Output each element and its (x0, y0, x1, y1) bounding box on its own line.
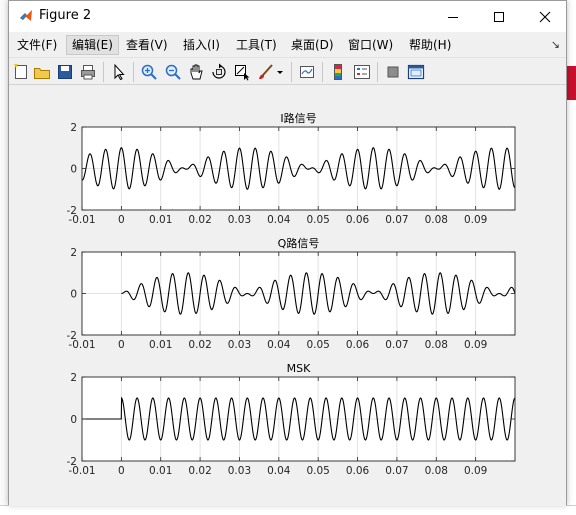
x-tick-label-1-8: 0.07 (385, 339, 408, 351)
brush-icon[interactable] (257, 63, 275, 81)
x-tick-label-0-8: 0.07 (385, 214, 408, 226)
x-tick-label-2-1: 0 (118, 465, 125, 477)
pan-icon[interactable] (187, 63, 205, 81)
print-icon[interactable] (79, 63, 97, 81)
show-plot-tools-icon[interactable] (407, 63, 425, 81)
x-tick-label-0-2: 0.01 (149, 214, 172, 226)
pointer-icon[interactable] (110, 63, 128, 81)
y-tick-label-2-1: 0 (70, 414, 77, 426)
x-tick-label-1-3: 0.02 (188, 339, 211, 351)
link-plot-icon[interactable] (298, 63, 316, 81)
x-tick-label-1-5: 0.04 (267, 339, 291, 351)
x-tick-label-0-1: 0 (118, 214, 125, 226)
x-tick-label-2-2: 0.01 (149, 465, 172, 477)
x-tick-label-1-7: 0.06 (346, 339, 370, 351)
menu-bar: 文件(F) 编辑(E) 查看(V) 插入(I) 工具(T) 桌面(D) 窗口(W… (9, 32, 566, 57)
x-tick-label-1-6: 0.05 (306, 339, 329, 351)
x-tick-label-0-6: 0.05 (306, 214, 329, 226)
hide-plot-tools-icon[interactable] (384, 63, 402, 81)
x-tick-label-0-4: 0.03 (228, 214, 251, 226)
minimize-icon (448, 16, 458, 18)
menu-insert[interactable]: 插入(I) (178, 35, 225, 55)
y-tick-label-2-2: 2 (70, 372, 77, 384)
minimize-button[interactable] (430, 1, 476, 32)
x-tick-label-2-4: 0.03 (228, 465, 251, 477)
window-title: Figure 2 (39, 8, 92, 23)
y-tick-label-1-1: 0 (70, 289, 77, 301)
x-tick-label-1-4: 0.03 (228, 339, 251, 351)
x-tick-label-2-7: 0.06 (346, 465, 370, 477)
x-tick-label-0-9: 0.08 (425, 214, 448, 226)
dock-arrow-icon[interactable]: ↘ (551, 38, 560, 51)
chart-title-1: Q路信号 (278, 237, 320, 250)
zoom-out-icon[interactable] (164, 63, 182, 81)
open-file-icon[interactable] (33, 63, 51, 81)
x-tick-label-2-8: 0.07 (385, 465, 408, 477)
x-tick-label-0-10: 0.09 (464, 214, 487, 226)
chart-title-2: MSK (287, 362, 311, 375)
matlab-logo-icon (20, 10, 32, 21)
menu-window[interactable]: 窗口(W) (343, 35, 398, 55)
x-tick-label-2-5: 0.04 (267, 465, 291, 477)
y-tick-label-1-0: -2 (67, 330, 77, 342)
x-tick-label-2-9: 0.08 (425, 465, 448, 477)
menu-edit[interactable]: 编辑(E) (66, 35, 119, 55)
menu-view[interactable]: 查看(V) (121, 35, 173, 55)
x-tick-label-1-9: 0.08 (425, 339, 448, 351)
subplots-svg: -0.01 0 0.01 0.02 0.03 0.04 0.05 0.06 0.07 0.08 0.… (67, 112, 516, 477)
x-tick-label-2-6: 0.05 (306, 465, 329, 477)
close-icon (539, 11, 551, 22)
y-tick-label-0-0: -2 (67, 205, 77, 217)
menu-desktop[interactable]: 桌面(D) (286, 35, 339, 55)
zoom-in-icon[interactable] (140, 63, 158, 81)
menu-help[interactable]: 帮助(H) (404, 35, 456, 55)
menu-tools[interactable]: 工具(T) (231, 35, 282, 55)
y-tick-label-2-0: -2 (67, 456, 77, 468)
x-tick-label-0-3: 0.02 (188, 214, 211, 226)
rotate-3d-icon[interactable] (210, 63, 228, 81)
close-button[interactable] (522, 1, 568, 32)
menu-file[interactable]: 文件(F) (12, 35, 62, 55)
x-tick-label-2-10: 0.09 (464, 465, 487, 477)
background-right-panel (566, 100, 576, 514)
x-tick-label-1-10: 0.09 (464, 339, 487, 351)
figure-window: Figure 2 文件(F) 编辑(E) 查看(V) 插入(I) 工具(T) 桌… (8, 0, 567, 506)
x-tick-label-1-1: 0 (118, 339, 125, 351)
y-tick-label-0-1: 0 (70, 164, 77, 176)
new-figure-icon[interactable] (12, 63, 30, 81)
maximize-button[interactable] (476, 1, 522, 32)
x-tick-label-1-2: 0.01 (149, 339, 172, 351)
y-tick-label-0-2: 2 (70, 122, 77, 134)
chart-title-0: I路信号 (280, 112, 316, 125)
legend-icon[interactable] (353, 63, 371, 81)
background-red-tab (566, 66, 576, 100)
brush-dropdown-icon[interactable] (275, 63, 285, 81)
figure-toolbar (9, 57, 566, 85)
maximize-icon (494, 11, 504, 22)
x-tick-label-2-3: 0.02 (188, 465, 211, 477)
colorbar-icon[interactable] (329, 63, 347, 81)
save-icon[interactable] (56, 63, 74, 81)
y-tick-label-1-2: 2 (70, 247, 77, 259)
x-tick-label-0-5: 0.04 (267, 214, 291, 226)
x-tick-label-0-7: 0.06 (346, 214, 370, 226)
figure-canvas[interactable]: -0.01 0 0.01 0.02 0.03 0.04 0.05 0.06 0.07 0.08 0.… (9, 85, 566, 506)
title-bar[interactable]: Figure 2 (9, 1, 566, 32)
data-cursor-icon[interactable] (233, 63, 251, 81)
